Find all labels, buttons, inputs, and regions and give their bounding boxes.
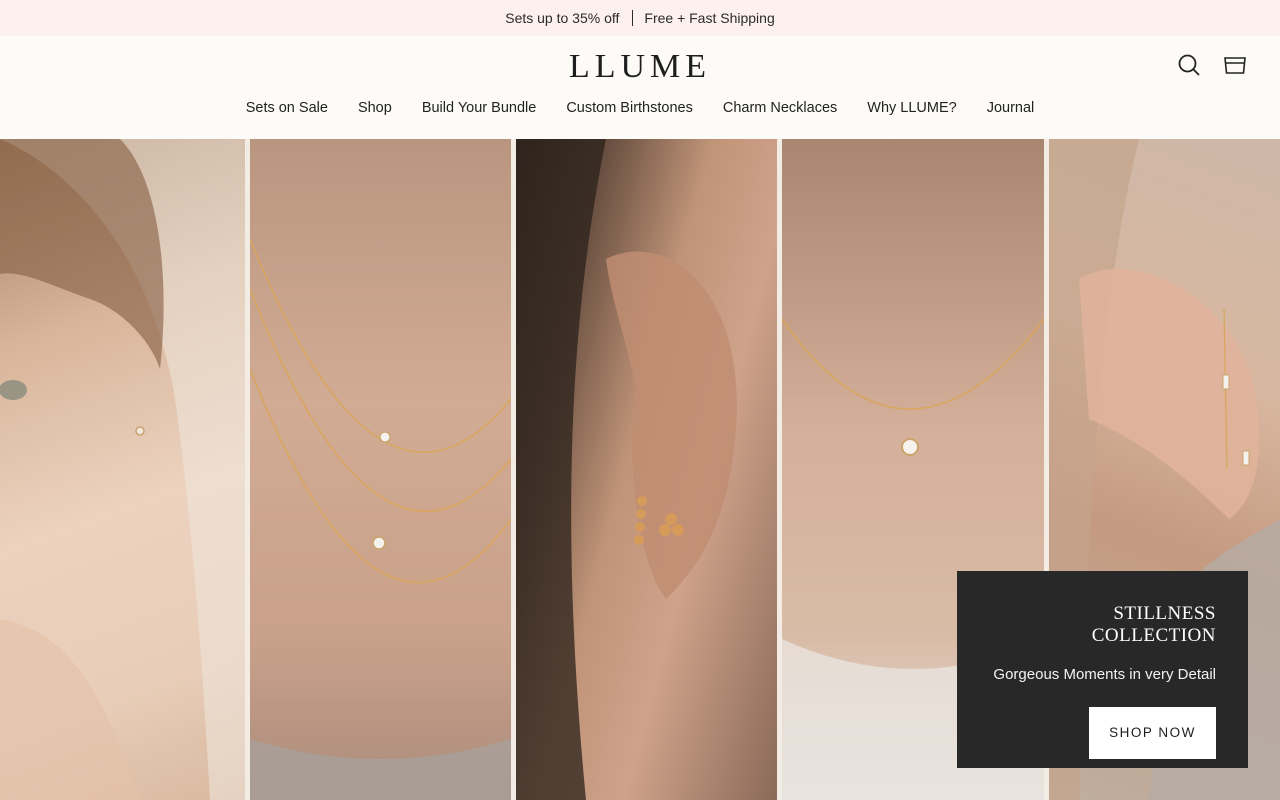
- main-nav: Sets on Sale Shop Build Your Bundle Cust…: [0, 100, 1280, 116]
- announcement-shipping-text[interactable]: Free + Fast Shipping: [644, 10, 774, 26]
- promo-title: STILLNESS COLLECTION: [1091, 603, 1216, 646]
- nav-item-journal[interactable]: Journal: [987, 100, 1035, 116]
- hero-image-layered-necklaces: [250, 139, 511, 800]
- cart-icon: [1224, 57, 1246, 74]
- search-icon: [1178, 54, 1200, 76]
- hero-image-ear-studs: [516, 139, 777, 800]
- hero-image-layered-necklaces-art: [250, 238, 511, 800]
- promo-card: STILLNESS COLLECTION Gorgeous Moments in…: [957, 571, 1248, 768]
- promo-subtitle: Gorgeous Moments in very Detail: [993, 666, 1216, 683]
- search-button[interactable]: [1176, 52, 1202, 78]
- announcement-sale-text[interactable]: Sets up to 35% off: [505, 10, 619, 26]
- nav-item-shop[interactable]: Shop: [358, 100, 392, 116]
- shop-now-button[interactable]: SHOP NOW: [1089, 707, 1216, 759]
- nav-item-sets-on-sale[interactable]: Sets on Sale: [246, 100, 328, 116]
- nav-item-custom-birthstones[interactable]: Custom Birthstones: [566, 100, 693, 116]
- hero-image-earring-model-art: [0, 139, 245, 800]
- hero-image-earring-model: [0, 139, 245, 800]
- nav-item-build-your-bundle[interactable]: Build Your Bundle: [422, 100, 537, 116]
- site-header: LLUME Sets on Sale Shop Build Your Bundl…: [0, 36, 1280, 139]
- hero-image-ear-studs-art: [516, 139, 737, 800]
- nav-item-charm-necklaces[interactable]: Charm Necklaces: [723, 100, 837, 116]
- site-logo[interactable]: LLUME: [0, 48, 1280, 86]
- announcement-divider: [632, 10, 634, 26]
- nav-item-why-llume[interactable]: Why LLUME?: [867, 100, 956, 116]
- cart-button[interactable]: [1222, 52, 1248, 78]
- announcement-bar: Sets up to 35% off Free + Fast Shipping: [0, 0, 1280, 36]
- header-icons: [1176, 52, 1248, 78]
